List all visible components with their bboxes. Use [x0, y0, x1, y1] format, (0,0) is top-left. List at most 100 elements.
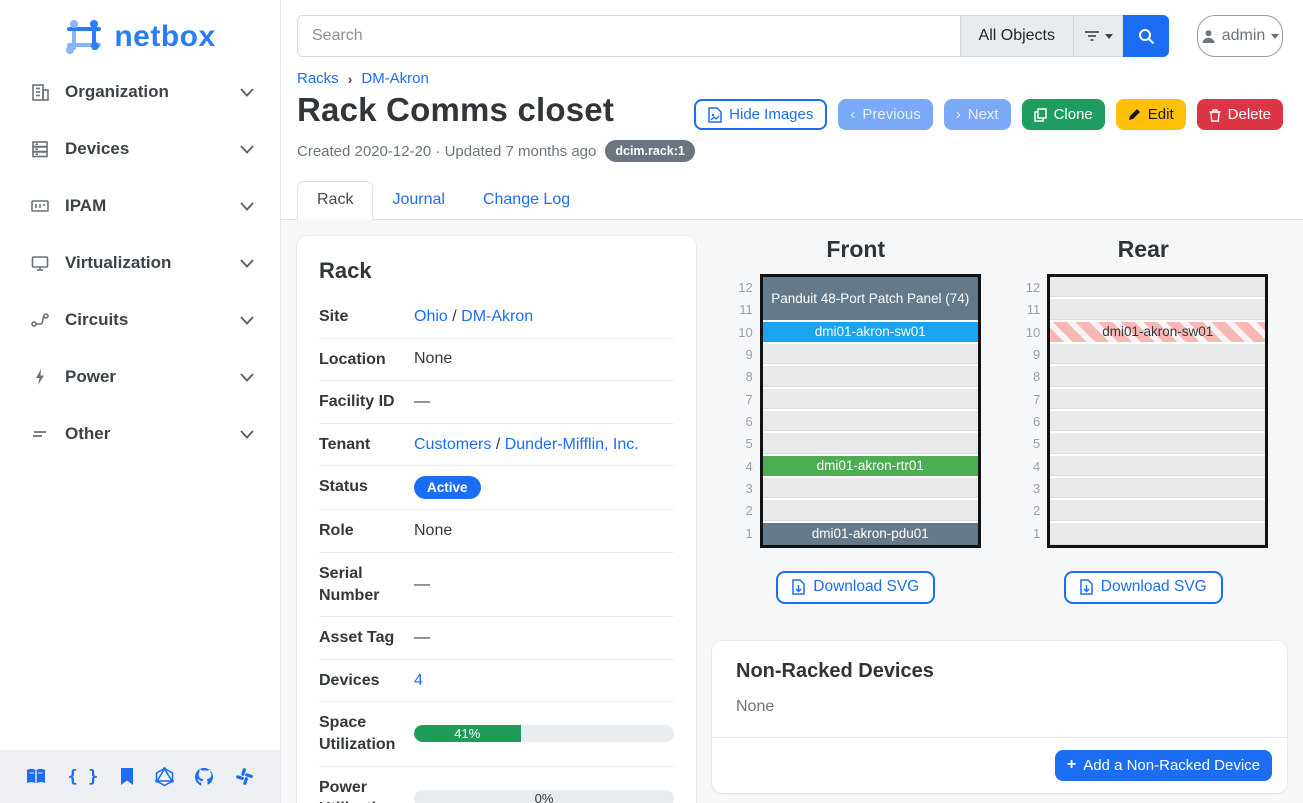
download-svg-label: Download SVG — [813, 578, 919, 596]
sidebar-item-virtualization[interactable]: Virtualization — [30, 243, 254, 283]
rack-empty-unit — [1050, 500, 1265, 522]
unit-number: 4 — [731, 456, 753, 478]
unit-number: 1 — [731, 523, 753, 545]
next-button[interactable]: › Next — [944, 99, 1011, 130]
non-racked-devices-title: Non-Racked Devices — [712, 641, 1287, 683]
rack-empty-unit — [763, 433, 978, 455]
object-id-badge: dcim.rack:1 — [605, 140, 694, 162]
rear-download-svg-button[interactable]: Download SVG — [1064, 571, 1223, 604]
rear-rack-diagram: dmi01-akron-sw01 — [1047, 274, 1268, 548]
sidebar-item-other[interactable]: Other — [30, 414, 254, 454]
link-separator: / — [496, 436, 500, 453]
sidebar-item-circuits[interactable]: Circuits — [30, 300, 254, 340]
monitor-icon — [30, 253, 50, 273]
sidebar-item-power[interactable]: Power — [30, 357, 254, 397]
rack-device[interactable]: dmi01-akron-rtr01 — [763, 456, 978, 478]
counter-icon — [30, 196, 50, 216]
tab-content: Rack Site Ohio / DM-Akron Location None — [281, 220, 1303, 803]
table-row: Asset Tag — — [319, 617, 674, 660]
netbox-logo-text: netbox — [114, 20, 215, 54]
sidebar-item-organization[interactable]: Organization — [30, 72, 254, 112]
hide-images-button[interactable]: Hide Images — [694, 99, 827, 130]
row-label: Site — [319, 296, 414, 338]
rack-empty-unit — [1050, 344, 1265, 366]
rack-empty-unit — [1050, 277, 1265, 299]
unit-number: 5 — [1018, 433, 1040, 455]
previous-label: Previous — [862, 106, 920, 123]
location-value: None — [414, 338, 674, 381]
bookmark-icon[interactable] — [119, 767, 135, 786]
rack-empty-unit — [1050, 389, 1265, 411]
copy-icon — [1034, 108, 1047, 122]
add-non-racked-device-button[interactable]: + Add a Non-Racked Device — [1055, 750, 1272, 781]
sidebar-item-devices[interactable]: Devices — [30, 129, 254, 169]
tab-journal[interactable]: Journal — [373, 182, 463, 219]
search-submit-button[interactable] — [1123, 15, 1169, 57]
created-updated-text: Created 2020-12-20 · Updated 7 months ag… — [297, 143, 596, 160]
rack-empty-unit — [1050, 411, 1265, 433]
unit-number: 7 — [1018, 389, 1040, 411]
space-utilization-label: 41% — [454, 726, 480, 741]
tenant-group-link[interactable]: Customers — [414, 436, 491, 453]
previous-button[interactable]: ‹ Previous — [838, 99, 932, 130]
clone-button[interactable]: Clone — [1022, 99, 1105, 130]
site-link[interactable]: DM-Akron — [461, 308, 533, 325]
breadcrumb-site-link[interactable]: DM-Akron — [361, 70, 429, 87]
user-menu-button[interactable]: admin — [1197, 15, 1283, 57]
site-group-link[interactable]: Ohio — [414, 308, 448, 325]
front-elevation: Front 121110987654321 Panduit 48-Port Pa… — [712, 236, 1000, 604]
file-download-icon — [792, 579, 805, 595]
search-input[interactable] — [297, 15, 960, 57]
slack-icon[interactable] — [235, 767, 254, 786]
device-count-link[interactable]: 4 — [414, 672, 423, 689]
tab-rack[interactable]: Rack — [297, 181, 373, 220]
book-icon[interactable] — [26, 768, 47, 786]
graphql-icon[interactable] — [155, 767, 174, 787]
unit-number: 11 — [1018, 299, 1040, 321]
page-title: Rack Comms closet — [297, 91, 614, 129]
chevron-down-icon — [240, 259, 254, 268]
front-unit-numbers: 121110987654321 — [731, 274, 760, 548]
facility-id-value: — — [414, 381, 674, 424]
rack-empty-unit — [1050, 523, 1265, 545]
github-icon[interactable] — [194, 767, 214, 787]
front-rack-diagram: Panduit 48-Port Patch Panel (74)dmi01-ak… — [760, 274, 981, 548]
power-utilization-label: 0% — [414, 790, 674, 803]
rack-empty-unit — [1050, 366, 1265, 388]
app-root: netbox Organization Devices — [0, 0, 1303, 803]
rack-device[interactable]: dmi01-akron-pdu01 — [763, 523, 978, 545]
row-label: Tenant — [319, 423, 414, 466]
transit-icon — [30, 310, 50, 330]
rack-empty-unit — [1050, 478, 1265, 500]
edit-button[interactable]: Edit — [1116, 99, 1186, 130]
role-value: None — [414, 510, 674, 553]
elevations-column: Front 121110987654321 Panduit 48-Port Pa… — [712, 236, 1287, 793]
rack-device[interactable]: dmi01-akron-sw01 — [1050, 322, 1265, 344]
rack-device[interactable]: Panduit 48-Port Patch Panel (74) — [763, 277, 978, 322]
tab-change-log[interactable]: Change Log — [464, 182, 589, 219]
delete-button[interactable]: Delete — [1197, 99, 1283, 130]
rack-empty-unit — [1050, 433, 1265, 455]
sidebar-item-label: Devices — [65, 139, 129, 159]
front-elevation-title: Front — [826, 236, 885, 263]
file-download-icon — [1080, 579, 1093, 595]
tenant-link[interactable]: Dunder-Mifflin, Inc. — [505, 436, 639, 453]
delete-label: Delete — [1228, 106, 1271, 123]
rack-device[interactable]: dmi01-akron-sw01 — [763, 322, 978, 344]
row-label: Asset Tag — [319, 617, 414, 660]
code-braces-icon[interactable]: { } — [68, 767, 99, 787]
object-type-filter-button[interactable]: All Objects — [960, 15, 1073, 57]
breadcrumb-racks-link[interactable]: Racks — [297, 70, 339, 87]
table-row: Status Active — [319, 466, 674, 510]
front-download-svg-button[interactable]: Download SVG — [776, 571, 935, 604]
filter-dropdown-button[interactable] — [1073, 15, 1123, 57]
netbox-logo[interactable]: netbox — [0, 0, 280, 65]
sidebar-item-label: IPAM — [65, 196, 106, 216]
unit-number: 4 — [1018, 456, 1040, 478]
serial-number-value: — — [414, 552, 674, 616]
table-row: Site Ohio / DM-Akron — [319, 296, 674, 338]
table-row: Power Utilization 0% — [319, 766, 674, 803]
table-row: Devices 4 — [319, 659, 674, 702]
sidebar-item-ipam[interactable]: IPAM — [30, 186, 254, 226]
rack-empty-unit — [1050, 456, 1265, 478]
